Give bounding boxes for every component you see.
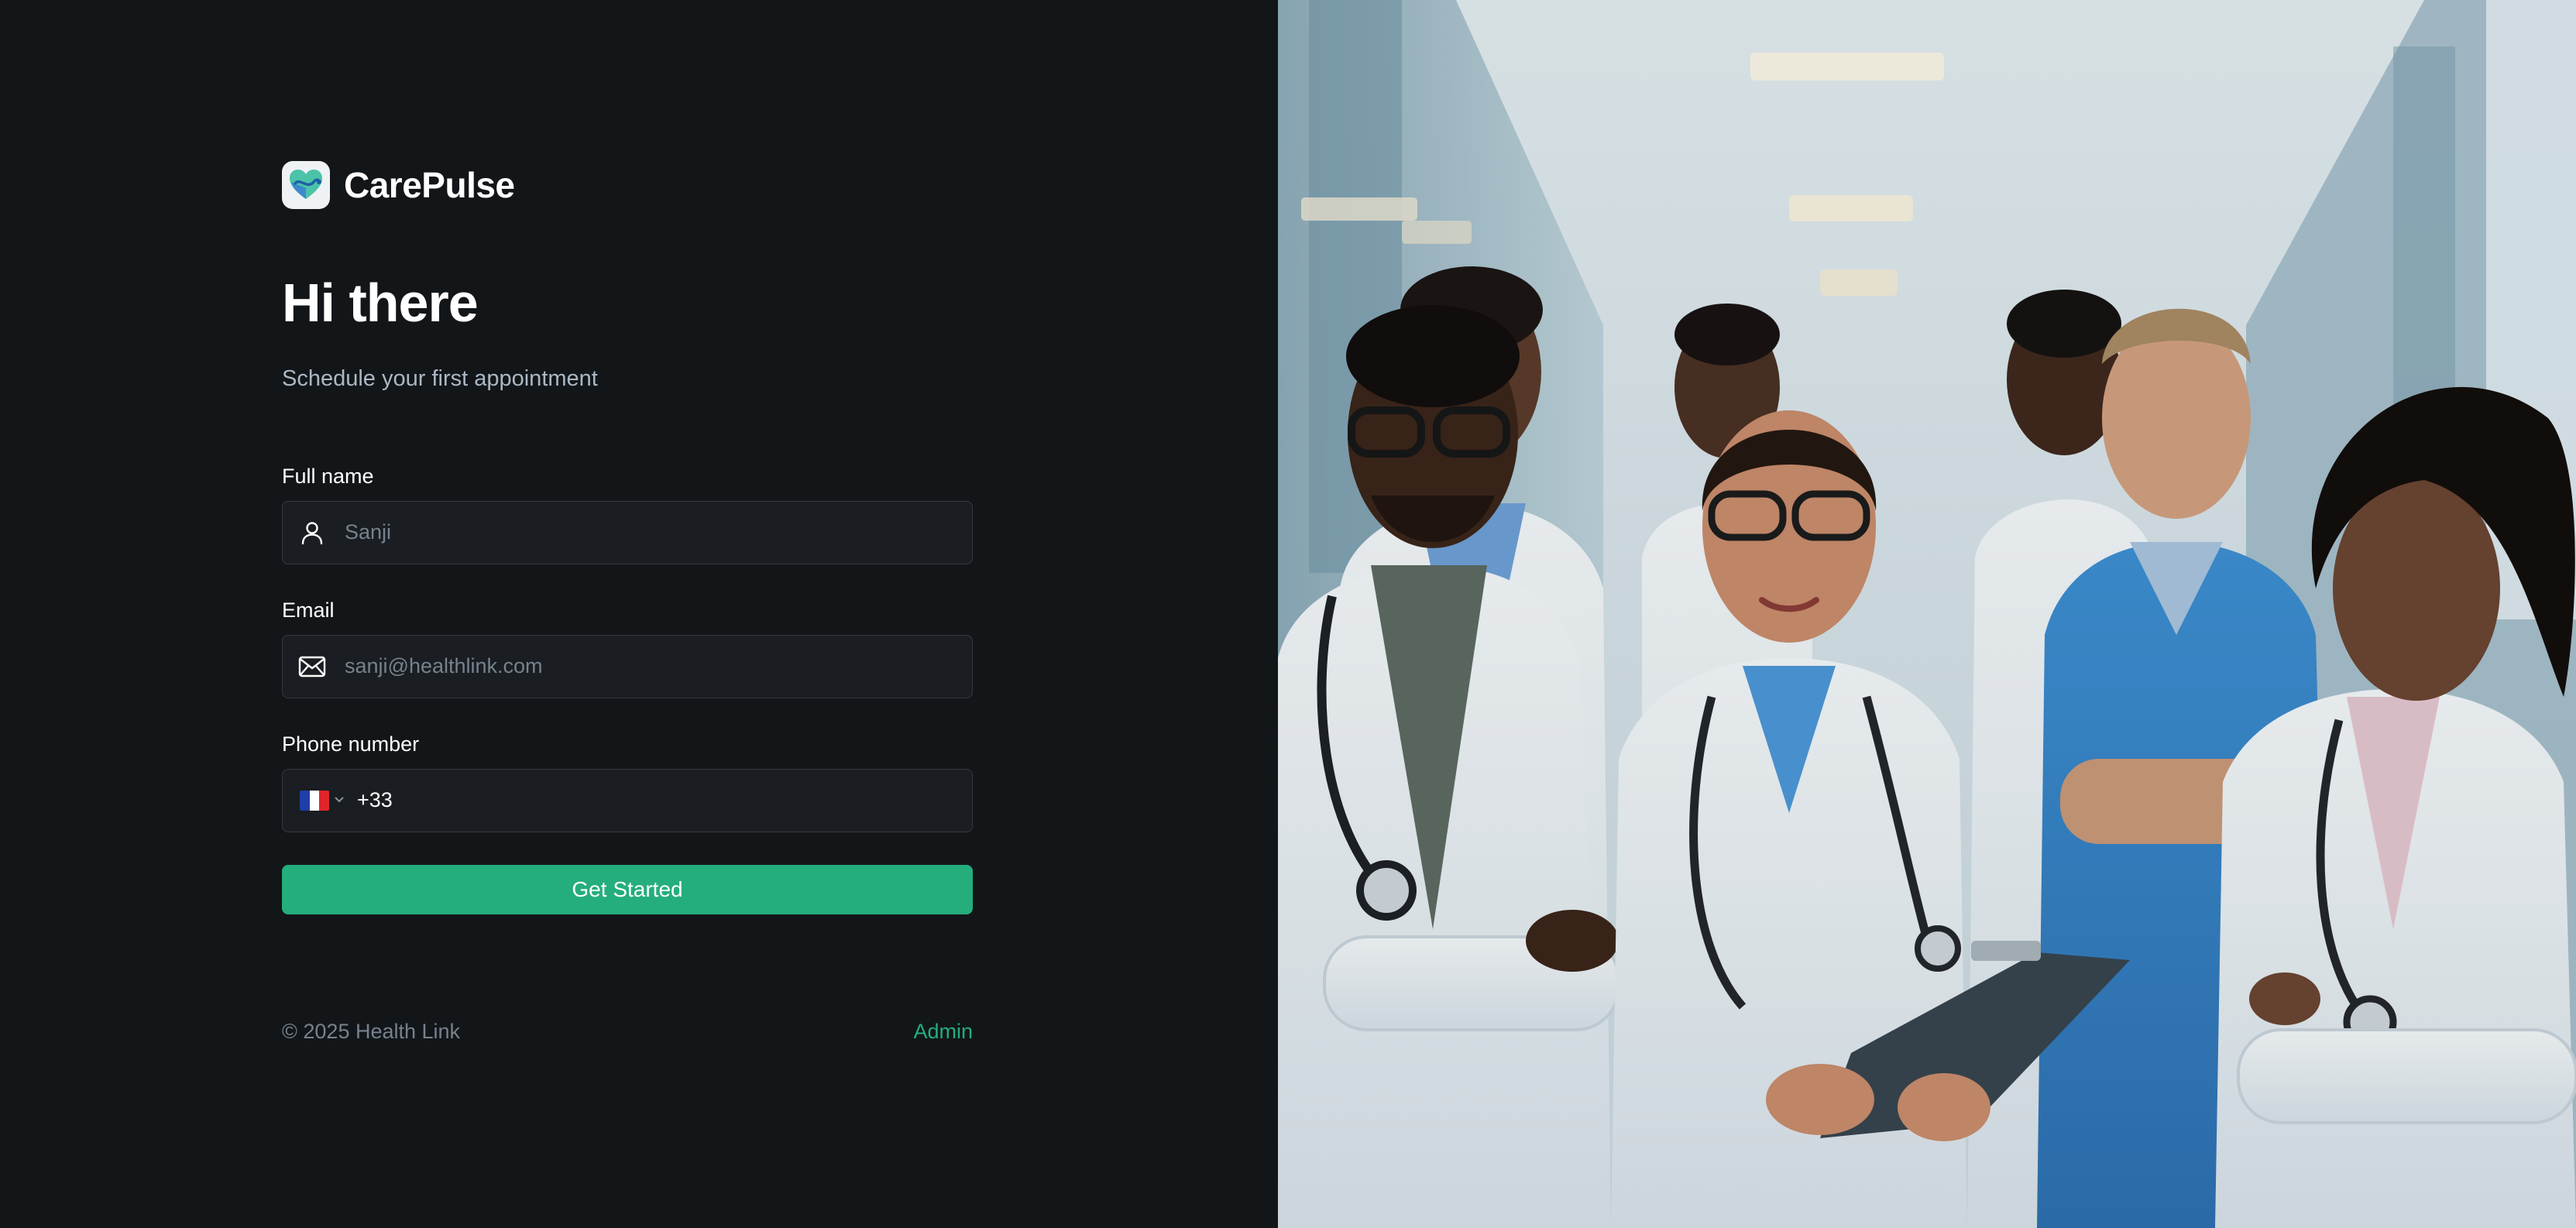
patient-form: CarePulse Hi there Schedule your first a…: [282, 160, 973, 1044]
phone-label: Phone number: [282, 732, 420, 756]
form-panel: CarePulse Hi there Schedule your first a…: [0, 0, 1278, 1228]
brand-header: CarePulse: [282, 160, 973, 211]
phone-input[interactable]: [355, 768, 972, 832]
page-title: Hi there: [282, 273, 479, 333]
page-subtitle: Schedule your first appointment: [282, 365, 598, 391]
copyright-text: © 2025 Health Link: [282, 1019, 461, 1043]
email-label: Email: [282, 598, 335, 622]
phone-input-box: [282, 768, 973, 832]
full-name-input[interactable]: [343, 500, 972, 564]
heart-stethoscope-logo-icon: [282, 161, 330, 209]
country-select[interactable]: [300, 785, 345, 816]
app-root: CarePulse Hi there Schedule your first a…: [0, 0, 2576, 1228]
get-started-button[interactable]: Get Started: [282, 864, 973, 914]
email-input[interactable]: [343, 634, 972, 698]
form-footer: © 2025 Health Link Admin: [282, 1020, 973, 1044]
full-name-input-box: [282, 500, 973, 564]
full-name-label: Full name: [282, 464, 374, 488]
france-flag-icon: [300, 790, 329, 811]
brand-name: CarePulse: [344, 165, 515, 205]
full-name-field: Full name: [282, 464, 973, 564]
mail-icon: [297, 651, 328, 682]
email-field: Email: [282, 598, 973, 698]
user-icon: [297, 517, 328, 548]
doctors-group-photo: [1278, 0, 2576, 1228]
phone-field: Phone number: [282, 732, 973, 832]
admin-link[interactable]: Admin: [913, 1020, 973, 1044]
chevron-down-icon: [334, 794, 345, 808]
email-input-box: [282, 634, 973, 698]
